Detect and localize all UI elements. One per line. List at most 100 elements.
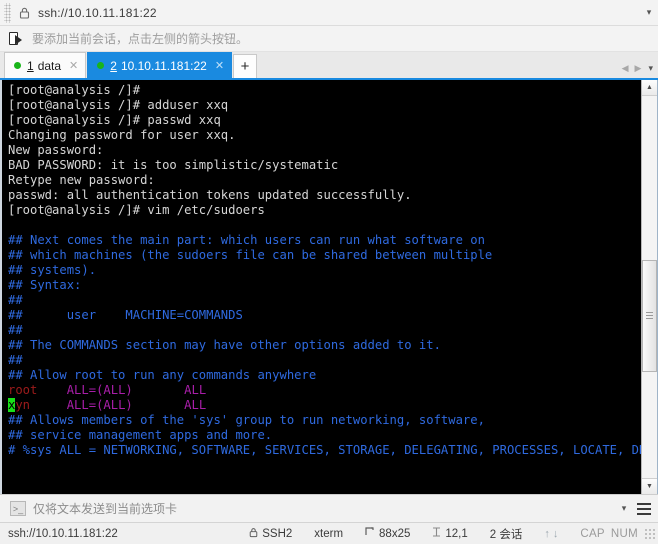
send-text-input[interactable]: 仅将文本发送到当前选项卡 — [33, 500, 615, 517]
send-prompt-icon: >_ — [10, 501, 26, 516]
terminal-text: ALL=(ALL) — [66, 398, 133, 412]
terminal-line: [root@analysis /]# vim /etc/sudoers — [8, 203, 641, 218]
tab-status-dot — [14, 62, 21, 69]
tab-strip: 1 data ✕ 2 10.10.11.181:22 ✕ + ◀ ▶ ▾ — [0, 52, 658, 80]
status-cursor: 12,1 — [432, 527, 468, 540]
terminal-line: Changing password for user xxq. — [8, 128, 641, 143]
terminal-text: Retype new password: — [8, 173, 155, 187]
status-host: ssh://10.10.11.181:22 — [8, 527, 118, 540]
terminal-line: ## user MACHINE=COMMANDS — [8, 308, 641, 323]
status-terminal-type: xterm — [314, 527, 344, 540]
terminal-line: ## Next comes the main part: which users… — [8, 233, 641, 248]
tab-data[interactable]: 1 data ✕ — [4, 52, 87, 78]
scrollbar-track[interactable] — [642, 96, 657, 478]
terminal-text: [root@analysis /]# vim /etc/sudoers — [8, 203, 265, 217]
upload-icon: ↑ — [544, 527, 550, 540]
terminal-line: passwd: all authentication tokens update… — [8, 188, 641, 203]
hamburger-menu-icon[interactable] — [633, 498, 655, 520]
tab-status-dot — [97, 62, 105, 69]
resize-grip[interactable] — [644, 527, 656, 540]
terminal-line: xyn ALL=(ALL) ALL — [8, 398, 641, 413]
terminal-line: ## service management apps and more. — [8, 428, 641, 443]
address-url-text[interactable]: ssh://10.10.11.181:22 — [38, 6, 640, 20]
terminal-line: [root@analysis /]# — [8, 83, 641, 98]
tab-index: 1 — [27, 58, 34, 73]
terminal-line: ## — [8, 293, 641, 308]
status-protocol: SSH2 — [249, 527, 292, 541]
status-bar: ssh://10.10.11.181:22 SSH2 xterm 88x25 1… — [0, 522, 658, 544]
tab-index: 2 — [110, 58, 117, 73]
close-icon[interactable]: ✕ — [215, 59, 224, 72]
terminal-text: ## systems). — [8, 263, 97, 277]
new-tab-button[interactable]: + — [233, 54, 258, 78]
terminal-text: [root@analysis /]# — [8, 83, 141, 97]
tab-label: 10.10.11.181:22 — [120, 58, 207, 73]
terminal-line: BAD PASSWORD: it is too simplistic/syste… — [8, 158, 641, 173]
terminal-line: # %sys ALL = NETWORKING, SOFTWARE, SERVI… — [8, 443, 641, 458]
scrollbar-thumb[interactable] — [642, 260, 657, 373]
toolbar-gripper[interactable] — [4, 2, 11, 23]
terminal-line: ## which machines (the sudoers file can … — [8, 248, 641, 263]
cursor-position-icon — [432, 527, 441, 540]
status-caps-lock: CAP — [580, 527, 605, 540]
close-icon[interactable]: ✕ — [69, 59, 78, 72]
terminal-text: ## Allows members of the 'sys' group to … — [8, 413, 485, 427]
terminal-line: ## Syntax: — [8, 278, 641, 293]
terminal-line: [root@analysis /]# passwd xxq — [8, 113, 641, 128]
tab-prev-icon[interactable]: ◀ — [622, 63, 629, 74]
download-icon: ↓ — [552, 527, 559, 540]
tab-label: data — [37, 58, 62, 73]
terminal-line: ## The COMMANDS section may have other o… — [8, 338, 641, 353]
tab-10-10-11-181[interactable]: 2 10.10.11.181:22 ✕ — [87, 52, 233, 78]
terminal-line: ## — [8, 323, 641, 338]
terminal-text: root — [8, 383, 38, 397]
terminal-line: ## Allow root to run any commands anywhe… — [8, 368, 641, 383]
terminal-text: Changing password for user xxq. — [8, 128, 236, 142]
terminal-line: ## Allows members of the 'sys' group to … — [8, 413, 641, 428]
status-size: 88x25 — [365, 527, 410, 540]
address-dropdown-icon[interactable]: ▾ — [640, 1, 658, 25]
status-protocol-label: SSH2 — [262, 527, 293, 540]
status-sessions: 2 会话 — [489, 528, 523, 541]
terminal-text: ## service management apps and more. — [8, 428, 273, 442]
terminal-text: ## Allow root to run any commands anywhe… — [8, 368, 317, 382]
status-num-lock: NUM — [610, 527, 638, 540]
status-cursor-label: 12,1 — [445, 527, 468, 540]
send-dropdown-icon[interactable]: ▾ — [615, 503, 633, 514]
address-bar[interactable]: ssh://10.10.11.181:22 ▾ — [0, 0, 658, 26]
terminal-text: ## — [8, 353, 23, 367]
status-transfer-icons: ↑ ↓ — [544, 528, 558, 540]
terminal-text: ALL — [184, 398, 207, 412]
terminal-text: ## — [8, 323, 23, 337]
terminal-text: ## — [8, 293, 23, 307]
tab-next-icon[interactable]: ▶ — [635, 63, 642, 74]
terminal-text: ## user MACHINE=COMMANDS — [8, 308, 243, 322]
terminal-text: ## Syntax: — [8, 278, 82, 292]
terminal-text: [root@analysis /]# passwd xxq — [8, 113, 221, 127]
lock-icon — [16, 5, 32, 21]
terminal-text: passwd: all authentication tokens update… — [8, 188, 412, 202]
terminal-line: ## — [8, 353, 641, 368]
terminal-text: New password: — [8, 143, 104, 157]
scroll-down-icon[interactable]: ▼ — [642, 478, 657, 494]
terminal-text: ALL — [184, 383, 207, 397]
terminal-line: [root@analysis /]# adduser xxq — [8, 98, 641, 113]
terminal-line: ## systems). — [8, 263, 641, 278]
send-text-bar[interactable]: >_ 仅将文本发送到当前选项卡 ▾ — [0, 494, 658, 522]
terminal-scrollbar[interactable]: ▲ ▼ — [641, 80, 657, 494]
terminal-line: root ALL=(ALL) ALL — [8, 383, 641, 398]
terminal-text: BAD PASSWORD: it is too simplistic/syste… — [8, 158, 339, 172]
scroll-up-icon[interactable]: ▲ — [642, 80, 657, 96]
terminal-screen[interactable]: [root@analysis /]# [root@analysis /]# add… — [2, 80, 641, 494]
status-size-label: 88x25 — [379, 527, 411, 540]
tab-list-dropdown-icon[interactable]: ▾ — [648, 63, 653, 78]
terminal-line: New password: — [8, 143, 641, 158]
terminal-text: ## which machines (the sudoers file can … — [8, 248, 493, 262]
add-session-icon[interactable] — [8, 30, 26, 48]
tab-nav-arrows[interactable]: ◀ ▶ — [622, 63, 642, 78]
